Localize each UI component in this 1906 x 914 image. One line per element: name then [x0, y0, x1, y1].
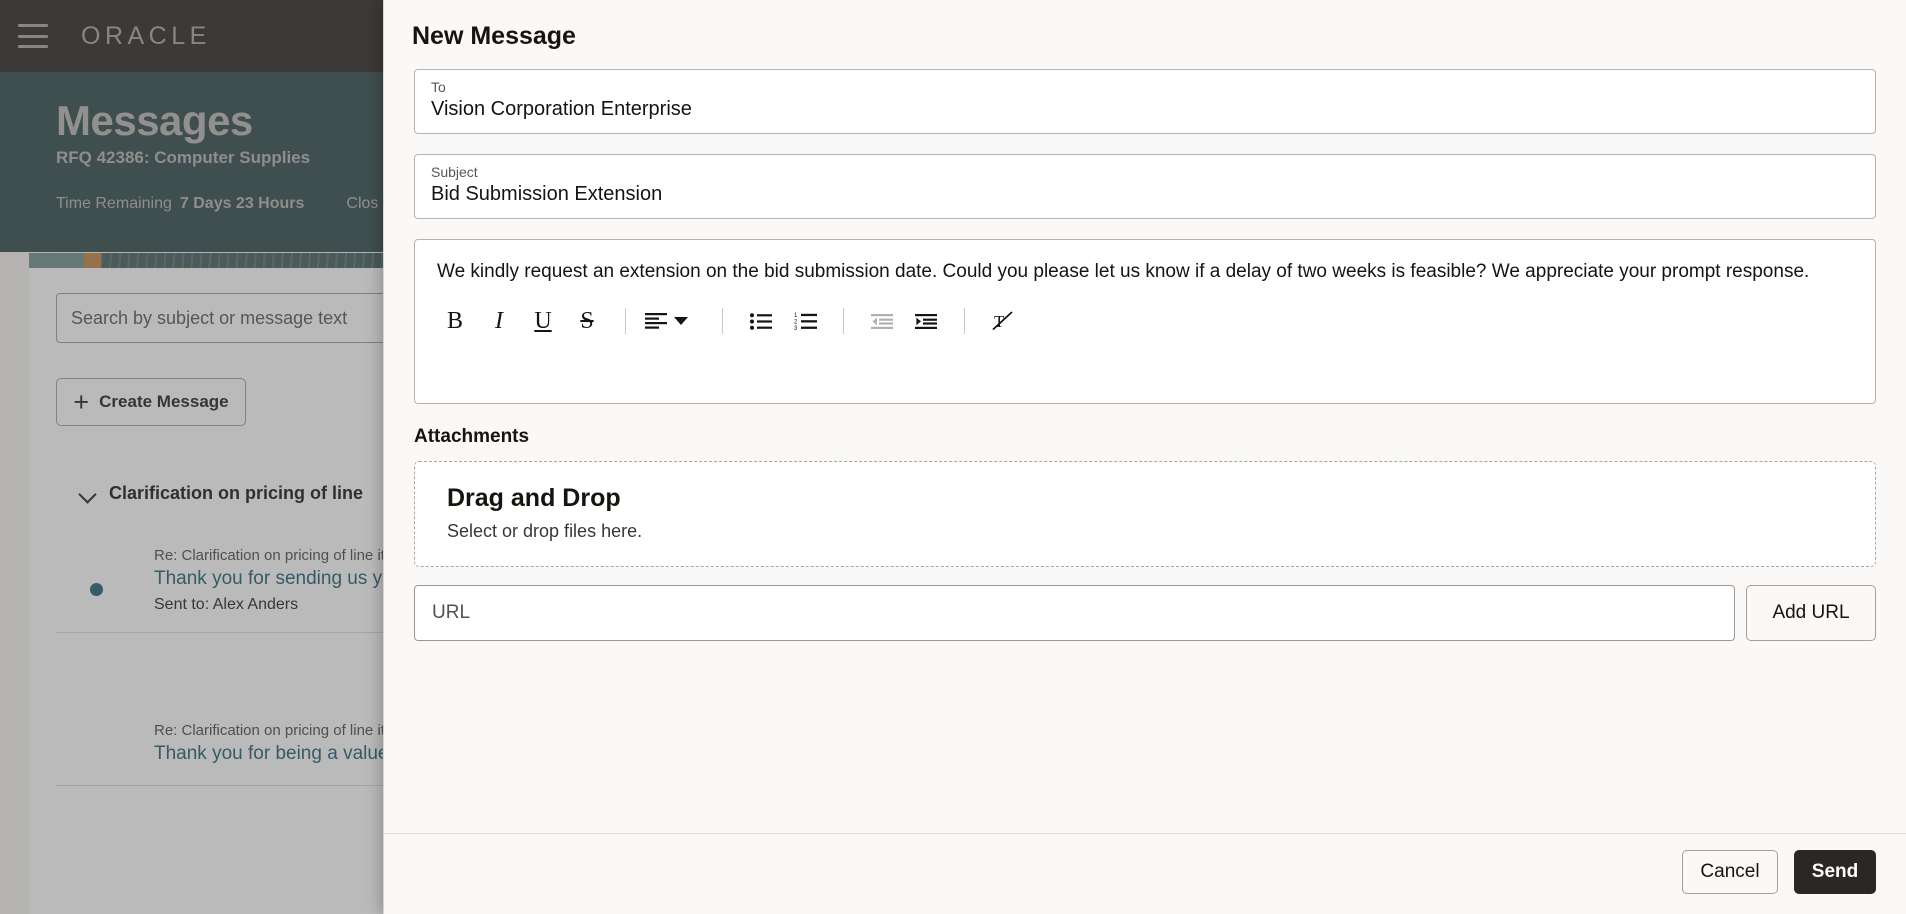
- clear-formatting-icon[interactable]: T: [981, 301, 1025, 341]
- subject-field-value: Bid Submission Extension: [431, 183, 663, 205]
- toolbar-divider: [625, 308, 626, 334]
- align-icon[interactable]: [642, 301, 670, 341]
- dialog-footer: Cancel Send: [384, 833, 1906, 914]
- dropzone-title: Drag and Drop: [447, 484, 621, 512]
- indent-icon[interactable]: [904, 301, 948, 341]
- toolbar-divider: [964, 308, 965, 334]
- dialog-title: New Message: [412, 22, 576, 50]
- dialog-body: To Vision Corporation Enterprise Subject…: [384, 69, 1906, 833]
- underline-icon[interactable]: U: [521, 301, 565, 341]
- message-body-text[interactable]: We kindly request an extension on the bi…: [415, 240, 1875, 293]
- rich-text-editor[interactable]: We kindly request an extension on the bi…: [414, 239, 1876, 404]
- new-message-dialog: New Message To Vision Corporation Enterp…: [383, 0, 1906, 914]
- cancel-button[interactable]: Cancel: [1682, 850, 1778, 894]
- svg-text:3: 3: [794, 326, 798, 330]
- svg-text:2: 2: [794, 320, 798, 326]
- chevron-down-icon[interactable]: [674, 317, 688, 325]
- url-row: URL Add URL: [414, 585, 1876, 641]
- toolbar-divider: [843, 308, 844, 334]
- to-field-value: Vision Corporation Enterprise: [431, 98, 692, 120]
- svg-text:1: 1: [794, 313, 798, 319]
- url-input[interactable]: URL: [414, 585, 1735, 641]
- bulleted-list-icon[interactable]: [739, 301, 783, 341]
- bold-icon[interactable]: B: [433, 301, 477, 341]
- attachments-label: Attachments: [414, 426, 530, 447]
- send-button[interactable]: Send: [1794, 850, 1876, 894]
- dropzone-subtitle: Select or drop files here.: [447, 521, 643, 541]
- to-field-label: To: [431, 79, 446, 95]
- italic-icon[interactable]: I: [477, 301, 521, 341]
- add-url-button[interactable]: Add URL: [1746, 585, 1876, 641]
- subject-field[interactable]: Subject Bid Submission Extension: [414, 154, 1876, 219]
- numbered-list-icon[interactable]: 1 2 3: [783, 301, 827, 341]
- toolbar-divider: [722, 308, 723, 334]
- editor-toolbar: B I U S 1 2 3 T: [415, 293, 1875, 349]
- file-dropzone[interactable]: Drag and Drop Select or drop files here.: [414, 461, 1876, 567]
- outdent-icon[interactable]: [860, 301, 904, 341]
- subject-field-label: Subject: [431, 164, 478, 180]
- strikethrough-icon[interactable]: S: [565, 301, 609, 341]
- to-field[interactable]: To Vision Corporation Enterprise: [414, 69, 1876, 134]
